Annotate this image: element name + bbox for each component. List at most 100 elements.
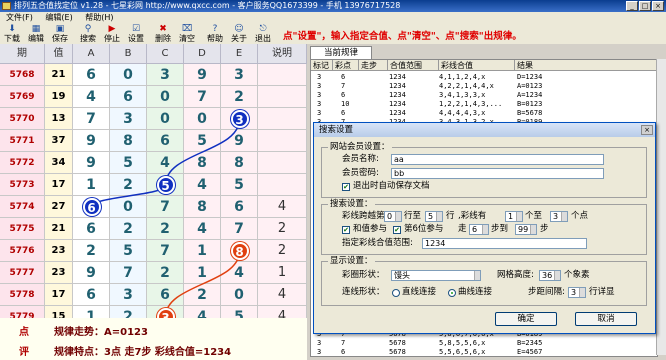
points-from-spinner[interactable]: 1 xyxy=(505,211,523,222)
points-to-label: 个至 xyxy=(525,211,543,221)
stop-button[interactable]: ▶ 停止 xyxy=(101,24,123,44)
result-cell: 3 xyxy=(317,82,322,90)
result-cell: A=1234 xyxy=(517,91,543,99)
straight-line-radio[interactable] xyxy=(392,289,400,297)
line-shape-label: 连线形状： xyxy=(342,287,385,297)
site-settings-group: 网站会员设置： 会员名称: aa 会员密码: bb ✔ 退出时自动保存文档 xyxy=(321,142,647,198)
menu-help[interactable]: 帮助(H) xyxy=(85,13,113,22)
lottery-grid: 期值 A B C D E 说明 5768 21 6 0 3 9 3 5769 19 4 6 0 7 2 5770 13 7 3… xyxy=(0,44,307,360)
span-label: 彩线跨越第 xyxy=(342,211,385,221)
result-cell: 3 xyxy=(317,109,322,117)
result-cell: 4,2,2,1,4,4,x xyxy=(439,82,494,90)
sixth-checkbox[interactable]: ✔ xyxy=(393,226,401,234)
result-cell: B=2345 xyxy=(517,339,543,347)
save-button[interactable]: ▣ 保存 xyxy=(49,24,71,44)
search-settings-dialog: 搜索设置 × 网站会员设置： 会员名称: aa 会员密码: bb ✔ 退出时自动… xyxy=(313,122,656,334)
clear-button[interactable]: ⌧ 清空 xyxy=(176,24,198,44)
stop-icon: ▶ xyxy=(108,24,116,34)
display-group-title: 显示设置： xyxy=(328,256,375,266)
result-cell: 3 xyxy=(317,100,322,108)
settings-icon: ☑ xyxy=(131,24,141,34)
help-button[interactable]: ? 帮助 xyxy=(204,24,226,44)
menu-file[interactable]: 文件(F) xyxy=(6,13,33,22)
help-label: 帮助 xyxy=(207,34,223,43)
result-cell: 6 xyxy=(341,348,346,356)
about-button[interactable]: ☺ 关于 xyxy=(228,24,250,44)
settings-label: 设置 xyxy=(128,34,144,43)
edit-button[interactable]: ▦ 编辑 xyxy=(25,24,47,44)
results-scrollbar[interactable] xyxy=(656,59,666,355)
window-title: 排列五合值找定位 v1.28 - 七星彩网 http://www.qxcc.co… xyxy=(14,1,401,10)
download-button[interactable]: ⬇ 下载 xyxy=(1,24,23,44)
minimize-button[interactable]: _ xyxy=(626,1,638,11)
menu-edit[interactable]: 编辑(E) xyxy=(45,13,72,22)
trend-lines xyxy=(90,118,241,318)
edit-label: 编辑 xyxy=(28,34,44,43)
delete-button[interactable]: ✖ 删除 xyxy=(152,24,174,44)
result-cell: 7 xyxy=(341,82,346,90)
steps-header[interactable]: 走步 xyxy=(359,60,388,71)
edit-icon: ▦ xyxy=(31,24,41,34)
exit-button[interactable]: ⎋ 退出 xyxy=(252,24,274,44)
dialog-close-icon[interactable]: × xyxy=(641,125,653,135)
dialog-title-bar: 搜索设置 × xyxy=(314,123,655,137)
has-points-label: ,彩线有 xyxy=(458,211,487,221)
result-cell: 4,1,1,2,4,x xyxy=(439,73,486,81)
save-icon: ▣ xyxy=(55,24,65,34)
result-cell: 7 xyxy=(341,339,346,347)
step-unit-label: 行详显 xyxy=(589,287,615,297)
curve-line-radio[interactable] xyxy=(448,289,456,297)
search-button[interactable]: ⚲ 搜索 xyxy=(77,24,99,44)
search-icon: ⚲ xyxy=(84,24,92,34)
settings-button[interactable]: ☑ 设置 xyxy=(125,24,147,44)
points-header[interactable]: 彩点 xyxy=(333,60,359,71)
username-input[interactable]: aa xyxy=(391,154,604,165)
blue-highlight-circle: 5 xyxy=(156,176,175,194)
span-to-spinner[interactable]: 5 xyxy=(425,211,443,222)
result-cell: 5678 xyxy=(389,339,406,347)
about-icon: ☺ xyxy=(234,24,244,34)
result-cell: 3 xyxy=(317,339,322,347)
step-interval-label: 步距间隔: xyxy=(528,287,565,297)
result-header[interactable]: 结果 xyxy=(515,60,657,71)
row-label: 行 xyxy=(446,211,455,221)
range-header[interactable]: 合值范围 xyxy=(388,60,439,71)
result-cell: 6 xyxy=(341,91,346,99)
result-cell: 3 xyxy=(317,73,322,81)
exit-label: 退出 xyxy=(255,34,271,43)
step-interval-spinner[interactable]: 3 xyxy=(568,287,586,298)
autosave-label: 退出时自动保存文档 xyxy=(353,181,430,191)
download-icon: ⬇ xyxy=(8,24,16,34)
sum-checkbox[interactable]: ✔ xyxy=(342,226,350,234)
height-spinner[interactable]: 36 xyxy=(539,270,561,281)
line-sum-header[interactable]: 彩线合值 xyxy=(439,60,515,71)
walk-from-spinner[interactable]: 6 xyxy=(469,224,489,235)
result-cell: 5678 xyxy=(389,348,406,356)
ok-button[interactable]: 确定 xyxy=(495,312,557,326)
shape-label: 彩圈形状： xyxy=(342,270,385,280)
maximize-button[interactable]: □ xyxy=(639,1,651,11)
tab-current-rules[interactable]: 当前规律 xyxy=(310,46,372,60)
mark-header[interactable]: 标记 xyxy=(311,60,333,71)
cancel-button[interactable]: 取消 xyxy=(575,312,637,326)
range-input[interactable]: 1234 xyxy=(422,238,587,249)
pattern-trend-text: 规律走势：A=0123 xyxy=(54,327,148,338)
help-icon: ? xyxy=(212,24,218,34)
result-cell: A=0123 xyxy=(517,82,543,90)
hint-text: 点"设置"，输入指定合值、点"清空"、点"搜索"出规律。 xyxy=(283,31,522,42)
walk-to-label: 步到 xyxy=(491,224,509,234)
result-cell: 6 xyxy=(341,73,346,81)
search-group-title: 搜索设置： xyxy=(328,199,375,209)
shape-select[interactable]: 馒头 xyxy=(391,270,481,281)
walk-to-spinner[interactable]: 99 xyxy=(515,224,537,235)
sum-label: 和值参与 xyxy=(353,224,388,234)
span-from-spinner[interactable]: 0 xyxy=(384,211,402,222)
pattern-feature-text: 规律特点：3点 走7步 彩线合值=1234 xyxy=(54,347,232,358)
search-settings-group: 搜索设置： 彩线跨越第 0 行至 5 行 ,彩线有 1 个至 3 个点 ✔ 和值… xyxy=(321,199,647,255)
autosave-checkbox[interactable]: ✔ xyxy=(342,183,350,191)
result-cell: 1234 xyxy=(389,91,406,99)
toolbar: ⬇ 下载 ▦ 编辑 ▣ 保存 ⚲ 搜索 ▶ 停止 ☑ 设置 ✖ 删除 ⌧ 清空 ? 帮助 ☺ 关于 … xyxy=(0,23,666,45)
password-input[interactable]: bb xyxy=(391,168,604,179)
points-to-spinner[interactable]: 3 xyxy=(550,211,568,222)
close-button[interactable]: × xyxy=(652,1,664,11)
